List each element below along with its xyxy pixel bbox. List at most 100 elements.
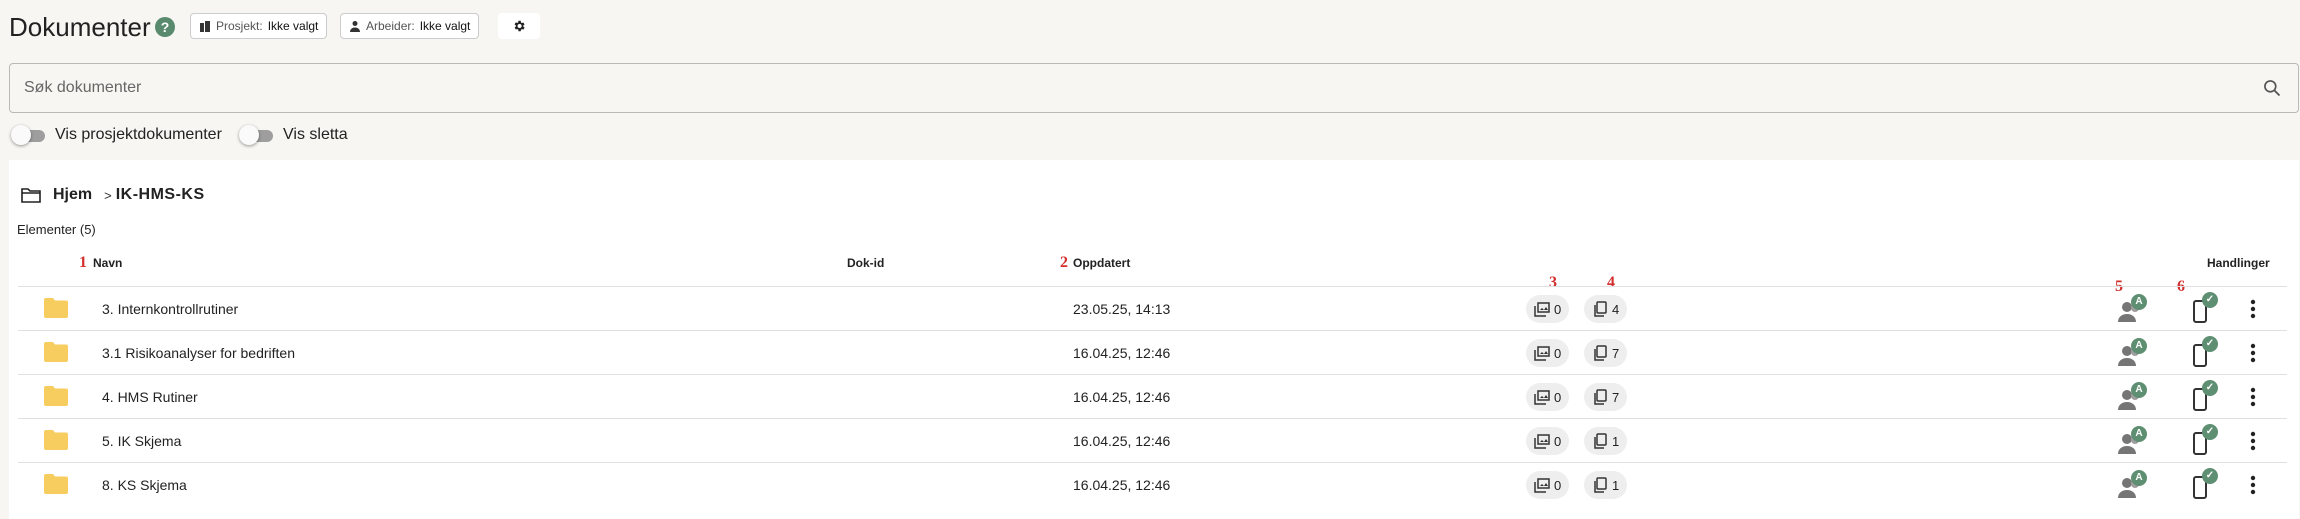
column-header-updated[interactable]: Oppdatert (1073, 256, 1130, 270)
gallery-count-pill[interactable]: 0 (1526, 471, 1570, 499)
annotation-1: 1 (79, 254, 87, 271)
breadcrumb-home[interactable]: Hjem (53, 186, 92, 204)
documents-icon (1594, 345, 1607, 361)
mobile-check-icon[interactable]: ✓ (2188, 380, 2218, 411)
row-updated: 16.04.25, 12:46 (1073, 433, 1171, 449)
worker-filter-label: Arbeider: (366, 19, 415, 33)
gallery-count-pill[interactable]: 0 (1526, 427, 1570, 455)
row-name[interactable]: 5. IK Skjema (102, 433, 181, 449)
column-header-doc-id[interactable]: Dok-id (847, 256, 884, 270)
check-badge-icon: ✓ (2202, 292, 2218, 308)
user-badge: A (2131, 426, 2147, 442)
folder-icon (44, 430, 68, 450)
mobile-check-icon[interactable]: ✓ (2188, 468, 2218, 499)
more-vertical-icon[interactable] (2250, 299, 2256, 319)
worker-filter-value: Ikke valgt (419, 19, 471, 33)
help-circle-icon[interactable]: ? (155, 17, 175, 37)
users-access-icon[interactable]: A (2117, 470, 2147, 499)
document-count: 7 (1612, 389, 1620, 405)
toggle-project-docs[interactable]: Vis prosjektdokumenter (11, 125, 222, 145)
search-icon[interactable] (2262, 78, 2282, 98)
worker-filter-chip[interactable]: Arbeider: Ikke valgt (340, 13, 480, 39)
row-updated: 16.04.25, 12:46 (1073, 477, 1171, 493)
user-badge: A (2131, 470, 2147, 486)
users-access-icon[interactable]: A (2117, 294, 2147, 323)
table-row[interactable]: 3.1 Risikoanalyser for bedriften 16.04.2… (18, 330, 2287, 374)
project-docs-switch[interactable] (11, 125, 47, 145)
users-access-icon[interactable]: A (2117, 426, 2147, 455)
row-updated: 23.05.25, 14:13 (1073, 301, 1171, 317)
settings-button[interactable] (498, 13, 540, 39)
row-name[interactable]: 3.1 Risikoanalyser for bedriften (102, 345, 295, 361)
project-filter-chip[interactable]: Prosjekt: Ikke valgt (190, 13, 328, 39)
table-row[interactable]: 8. KS Skjema 16.04.25, 12:46 0 1 A ✓ (18, 462, 2287, 506)
more-vertical-icon[interactable] (2250, 343, 2256, 363)
folder-icon (44, 342, 68, 362)
gallery-count: 0 (1554, 301, 1562, 317)
search-box (9, 63, 2299, 113)
users-access-icon[interactable]: A (2117, 382, 2147, 411)
mobile-check-icon[interactable]: ✓ (2188, 336, 2218, 367)
folder-icon (44, 298, 68, 318)
documents-icon (1594, 301, 1607, 317)
row-updated: 16.04.25, 12:46 (1073, 345, 1171, 361)
gear-icon (514, 20, 525, 32)
deleted-switch[interactable] (239, 125, 275, 145)
annotation-2: 2 (1060, 254, 1068, 271)
table-row[interactable]: 3. Internkontrollrutiner 23.05.25, 14:13… (18, 286, 2287, 330)
person-icon (350, 21, 360, 32)
top-bar: Dokumenter ? Prosjekt: Ikke valgt Arbeid… (0, 0, 2300, 56)
check-badge-icon: ✓ (2202, 424, 2218, 440)
folder-icon (44, 474, 68, 494)
page-title: Dokumenter (9, 12, 151, 42)
row-name[interactable]: 8. KS Skjema (102, 477, 187, 493)
project-filter-label: Prosjekt: (216, 19, 263, 33)
check-badge-icon: ✓ (2202, 468, 2218, 484)
more-vertical-icon[interactable] (2250, 387, 2256, 407)
user-badge: A (2131, 382, 2147, 398)
toggle-deleted[interactable]: Vis sletta (239, 125, 348, 145)
gallery-count-pill[interactable]: 0 (1526, 295, 1570, 323)
more-vertical-icon[interactable] (2250, 475, 2256, 495)
breadcrumb: Hjem > IK-HMS-KS (21, 186, 205, 204)
document-count-pill[interactable]: 4 (1584, 295, 1628, 323)
gallery-count: 0 (1554, 433, 1562, 449)
column-header-actions: Handlinger (2207, 256, 2270, 270)
document-count-pill[interactable]: 7 (1584, 383, 1628, 411)
document-count: 7 (1612, 345, 1620, 361)
gallery-count: 0 (1554, 345, 1562, 361)
gallery-icon (1534, 346, 1550, 361)
document-count: 1 (1612, 433, 1620, 449)
building-icon (200, 21, 210, 32)
mobile-check-icon[interactable]: ✓ (2188, 292, 2218, 323)
row-name[interactable]: 4. HMS Rutiner (102, 389, 198, 405)
document-count-pill[interactable]: 1 (1584, 471, 1628, 499)
check-badge-icon: ✓ (2202, 336, 2218, 352)
more-vertical-icon[interactable] (2250, 431, 2256, 451)
documents-panel: Hjem > IK-HMS-KS Elementer (5) 1 2 3 4 5… (9, 160, 2299, 519)
deleted-label: Vis sletta (283, 126, 348, 143)
search-input[interactable] (24, 64, 2224, 112)
mobile-check-icon[interactable]: ✓ (2188, 424, 2218, 455)
table-row[interactable]: 5. IK Skjema 16.04.25, 12:46 0 1 A ✓ (18, 418, 2287, 462)
elements-count: Elementer (5) (17, 222, 96, 237)
documents-icon (1594, 477, 1607, 493)
document-count-pill[interactable]: 1 (1584, 427, 1628, 455)
row-name[interactable]: 3. Internkontrollrutiner (102, 301, 238, 317)
users-access-icon[interactable]: A (2117, 338, 2147, 367)
documents-icon (1594, 389, 1607, 405)
gallery-count: 0 (1554, 477, 1562, 493)
gallery-icon (1534, 302, 1550, 317)
gallery-count-pill[interactable]: 0 (1526, 339, 1570, 367)
folder-icon (44, 386, 68, 406)
document-count-pill[interactable]: 7 (1584, 339, 1628, 367)
document-count: 4 (1612, 301, 1620, 317)
gallery-count-pill[interactable]: 0 (1526, 383, 1570, 411)
project-docs-label: Vis prosjektdokumenter (55, 126, 222, 143)
table-row[interactable]: 4. HMS Rutiner 16.04.25, 12:46 0 7 A ✓ (18, 374, 2287, 418)
breadcrumb-separator: > (104, 187, 112, 203)
column-header-name[interactable]: Navn (93, 256, 122, 270)
project-filter-value: Ikke valgt (267, 19, 319, 33)
document-count: 1 (1612, 477, 1620, 493)
breadcrumb-current: IK-HMS-KS (115, 186, 205, 203)
